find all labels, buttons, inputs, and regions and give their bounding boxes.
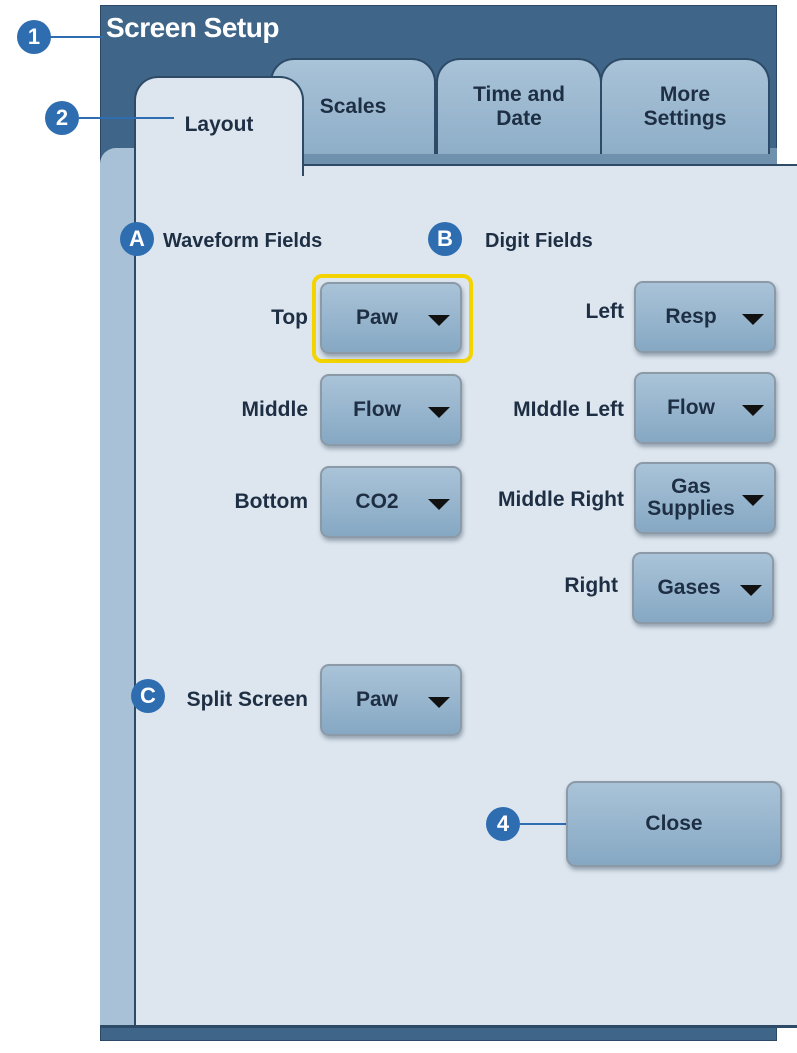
tab-scales-label: Scales <box>319 94 387 118</box>
waveform-top-label: Top <box>271 306 308 329</box>
callout-4-badge: 4 <box>486 807 520 841</box>
digit-right-value: Gases <box>657 575 721 599</box>
split-screen-dropdown[interactable]: Paw <box>320 664 462 736</box>
waveform-bottom-label: Bottom <box>234 490 308 513</box>
tab-layout-label: Layout <box>184 113 254 136</box>
digit-middle-left-value: Flow <box>667 395 715 419</box>
digit-right-label: Right <box>564 574 618 597</box>
waveform-top-dropdown[interactable]: Paw <box>320 282 462 354</box>
waveform-bottom-value: CO2 <box>355 489 399 513</box>
close-button[interactable]: Close <box>566 781 782 867</box>
split-screen-label: Split Screen <box>186 688 308 711</box>
digit-left-dropdown[interactable]: Resp <box>634 281 776 353</box>
chevron-down-icon <box>742 405 764 416</box>
digit-middle-right-value: Gas Supplies <box>642 464 740 532</box>
chevron-down-icon <box>742 495 764 506</box>
tab-layout[interactable]: Layout <box>134 76 304 176</box>
digit-right-dropdown[interactable]: Gases <box>632 552 774 624</box>
chevron-down-icon <box>740 585 762 596</box>
chevron-down-icon <box>428 407 450 418</box>
chevron-down-icon <box>742 314 764 325</box>
window-title: Screen Setup <box>106 12 279 43</box>
tab-time-and-date[interactable]: Time and Date <box>436 58 602 154</box>
chevron-down-icon <box>428 697 450 708</box>
callout-2-line <box>79 117 174 119</box>
digit-middle-right-value-line2: Supplies <box>647 497 735 520</box>
chevron-down-icon <box>428 315 450 326</box>
close-button-label: Close <box>645 812 703 835</box>
digit-middle-right-value-line1: Gas <box>671 474 711 498</box>
digit-middle-left-dropdown[interactable]: Flow <box>634 372 776 444</box>
side-strip <box>100 148 134 1028</box>
tab-more-settings[interactable]: More Settings <box>600 58 770 154</box>
digit-left-label: Left <box>585 300 625 323</box>
waveform-middle-value: Flow <box>353 397 401 421</box>
tab-time-and-date-label-line1: Time and <box>473 82 565 106</box>
waveform-fields-heading: Waveform Fields <box>163 230 323 252</box>
digit-middle-left-label: MIddle Left <box>513 398 624 421</box>
waveform-bottom-dropdown[interactable]: CO2 <box>320 466 462 538</box>
callout-c-badge: C <box>131 679 165 713</box>
bottom-border <box>100 1025 797 1028</box>
callout-a-badge: A <box>120 222 154 256</box>
tab-time-and-date-label-line2: Date <box>496 107 542 130</box>
digit-left-value: Resp <box>665 304 717 328</box>
digit-fields-heading: Digit Fields <box>485 230 593 252</box>
waveform-middle-dropdown[interactable]: Flow <box>320 374 462 446</box>
tab-more-settings-label-line1: More <box>659 82 711 106</box>
callout-1-line <box>50 36 104 38</box>
waveform-middle-label: Middle <box>241 398 309 421</box>
callout-b-badge: B <box>428 222 462 256</box>
digit-middle-right-label: Middle Right <box>498 488 624 511</box>
chevron-down-icon <box>428 499 450 510</box>
tab-more-settings-label-line2: Settings <box>643 107 727 130</box>
callout-1-badge: 1 <box>17 20 51 54</box>
digit-middle-right-dropdown[interactable]: Gas Supplies <box>634 462 776 534</box>
waveform-top-value: Paw <box>355 305 399 329</box>
callout-4-line <box>520 823 568 825</box>
split-screen-value: Paw <box>355 687 399 711</box>
callout-2-badge: 2 <box>45 101 79 135</box>
